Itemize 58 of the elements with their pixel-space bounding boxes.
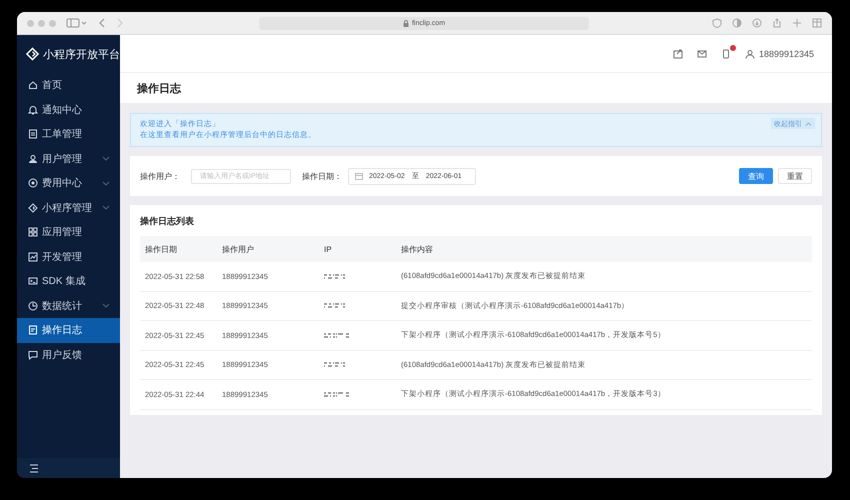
sidebar-item[interactable]: SDK 集成 bbox=[17, 269, 120, 294]
sidebar-toggle-icon[interactable] bbox=[66, 18, 88, 28]
calendar-icon bbox=[355, 172, 363, 180]
user-name[interactable]: 18899912345 bbox=[758, 48, 814, 58]
comment-icon bbox=[28, 350, 38, 360]
contrast-icon[interactable] bbox=[732, 18, 742, 28]
shield-icon[interactable] bbox=[712, 18, 722, 28]
download-icon[interactable] bbox=[752, 18, 762, 28]
diamond-icon bbox=[28, 202, 38, 213]
user-icon bbox=[744, 48, 755, 58]
home-icon bbox=[28, 80, 38, 90]
phone-icon[interactable] bbox=[720, 48, 731, 58]
column-header: IP bbox=[324, 244, 333, 254]
blurred-ip-drawing bbox=[324, 303, 345, 308]
log-icon bbox=[28, 325, 38, 336]
field-label: 操作日期： bbox=[302, 170, 342, 182]
blurred-ip-drawing bbox=[324, 332, 349, 338]
page-title: 操作日志 bbox=[137, 82, 181, 96]
share-icon[interactable] bbox=[772, 18, 782, 28]
field-label: 操作用户： bbox=[140, 170, 180, 182]
chart-icon bbox=[28, 252, 38, 262]
mail-icon[interactable] bbox=[696, 48, 707, 58]
blurred-ip-drawing bbox=[324, 362, 345, 368]
column-header: 操作用户 bbox=[222, 244, 255, 254]
grid-icon bbox=[28, 227, 38, 238]
column-header: 操作日期 bbox=[145, 244, 178, 254]
plus-icon[interactable] bbox=[792, 18, 802, 28]
document-icon bbox=[28, 129, 38, 140]
notification-badge bbox=[730, 44, 736, 50]
forward-icon[interactable] bbox=[116, 18, 124, 28]
coin-icon bbox=[28, 178, 38, 188]
export-icon[interactable] bbox=[672, 48, 683, 58]
sidebar-item[interactable]: 首页 bbox=[17, 73, 120, 98]
sidebar-item[interactable]: 数据统计 bbox=[17, 294, 120, 318]
sidebar-item[interactable]: 费用中心 bbox=[17, 171, 120, 196]
sidebar-item[interactable]: 小程序管理 bbox=[17, 196, 120, 220]
reset-button[interactable]: 重置 bbox=[778, 168, 812, 184]
user-group-icon bbox=[28, 154, 38, 164]
table-title: 操作日志列表 bbox=[140, 215, 195, 228]
sidebar-item[interactable]: 用户反馈 bbox=[17, 342, 120, 367]
lock-icon bbox=[402, 20, 409, 26]
diamond-logo-icon bbox=[26, 47, 39, 61]
terminal-icon bbox=[28, 276, 38, 286]
sidebar-item[interactable]: 通知中心 bbox=[17, 98, 120, 122]
blurred-ip-drawing bbox=[324, 392, 349, 397]
back-icon[interactable] bbox=[98, 18, 106, 28]
column-header: 操作内容 bbox=[401, 244, 434, 254]
menu-icon[interactable] bbox=[29, 464, 39, 472]
sidebar-item[interactable]: 应用管理 bbox=[17, 220, 120, 244]
app-title: 小程序开放平台 bbox=[43, 48, 120, 62]
sidebar-item[interactable]: 开发管理 bbox=[17, 244, 120, 269]
chevron-up-icon bbox=[805, 122, 812, 126]
sidebar-item[interactable]: 工单管理 bbox=[17, 122, 120, 146]
tabs-icon[interactable] bbox=[812, 18, 822, 28]
bell-icon bbox=[28, 104, 38, 115]
blurred-ip-drawing bbox=[324, 274, 345, 279]
sidebar-item[interactable]: 用户管理 bbox=[17, 146, 120, 171]
sidebar-item[interactable]: 操作日志 bbox=[17, 318, 120, 342]
